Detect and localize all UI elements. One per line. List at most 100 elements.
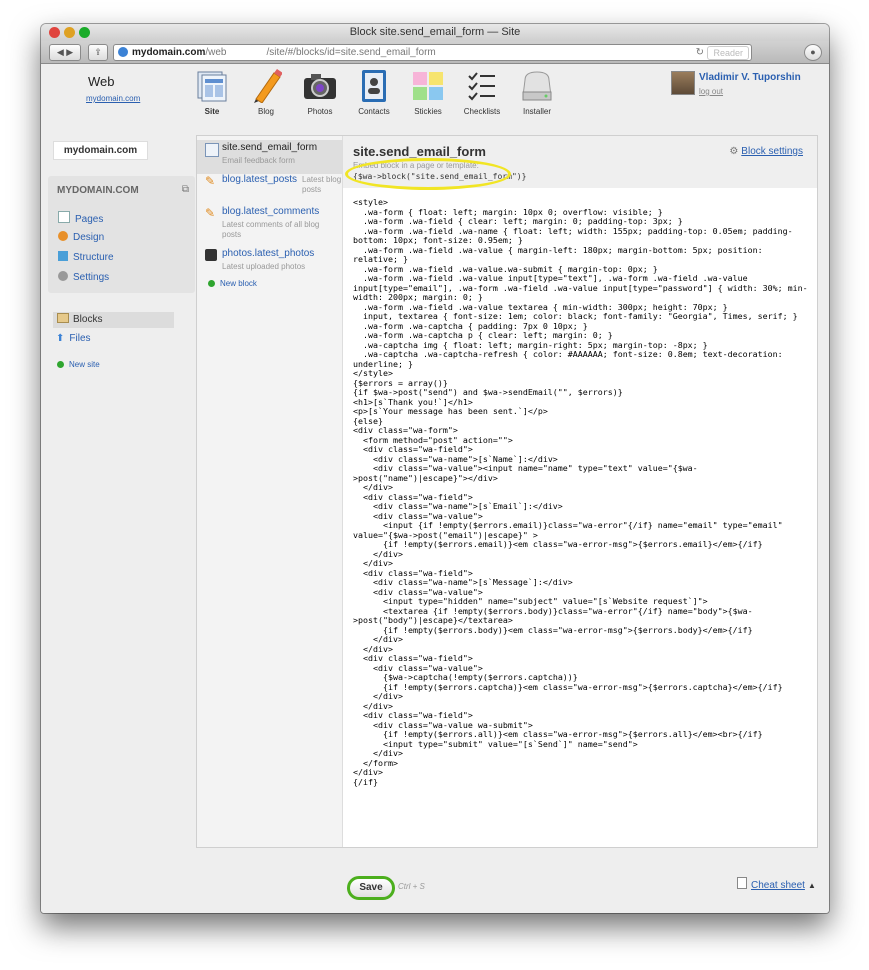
block-desc: Latest uploaded photos	[222, 262, 306, 271]
blocks-panel: site.send_email_form Email feedback form…	[196, 135, 818, 848]
gear-icon: ⚙	[729, 146, 739, 157]
block-name: site.send_email_form	[222, 142, 318, 153]
add-icon	[57, 361, 64, 368]
forward-icon[interactable]: ▶	[66, 47, 73, 57]
block-desc: Email feedback form	[222, 156, 295, 165]
maximize-window-icon[interactable]	[79, 27, 90, 38]
block-desc: Latest blog posts	[302, 175, 342, 194]
sidebar-item-pages[interactable]: Pages	[58, 211, 103, 225]
blocks-list: site.send_email_form Email feedback form…	[197, 136, 343, 847]
sidebar-domain-section: MYDOMAIN.COM ⧉ Pages Design Structure Se…	[48, 176, 195, 293]
window-title: Block site.send_email_form — Site	[349, 26, 521, 38]
editor-header: site.send_email_form Embed block in a pa…	[343, 136, 817, 190]
logout-link[interactable]: log out	[699, 87, 723, 96]
user-name[interactable]: Vladimir V. Tuporshin	[699, 72, 801, 83]
app-photos[interactable]: Photos	[292, 69, 348, 116]
back-icon[interactable]: ◀	[57, 47, 64, 57]
document-icon	[737, 877, 747, 889]
app-label: Site	[204, 107, 220, 116]
sidebar-item-structure[interactable]: Structure	[58, 251, 114, 263]
app-checklists[interactable]: Checklists	[454, 69, 510, 116]
app-contacts[interactable]: Contacts	[346, 69, 402, 116]
palette-icon	[58, 231, 68, 241]
files-label: Files	[69, 333, 91, 344]
app-installer[interactable]: Installer	[509, 69, 565, 116]
app-blog[interactable]: Blog	[238, 69, 294, 116]
sidebar-item-label: Pages	[75, 214, 104, 225]
camera-icon	[205, 249, 217, 261]
block-title: site.send_email_form	[353, 144, 486, 159]
reader-button[interactable]: Reader	[707, 46, 749, 60]
page-icon	[58, 211, 70, 223]
block-desc: Latest comments of all blog posts	[222, 220, 320, 239]
sidebar-item-blocks[interactable]: Blocks	[53, 312, 174, 328]
save-button[interactable]: Save	[347, 876, 395, 900]
domain-selector[interactable]: mydomain.com	[53, 141, 148, 160]
block-name: photos.latest_photos	[222, 248, 315, 259]
list-item-block[interactable]: site.send_email_form Email feedback form	[197, 140, 342, 174]
list-item-block[interactable]: ✎ blog.latest_comments Latest comments o…	[197, 204, 342, 244]
downloads-icon: ●	[810, 47, 816, 57]
address-bar[interactable]: mydomain.com/web/site/#/blocks/id=site.s…	[113, 44, 752, 61]
block-name: blog.latest_comments	[222, 206, 320, 217]
sidebar-item-label: Settings	[73, 272, 110, 283]
contacts-icon	[356, 69, 392, 103]
title-bar: Block site.send_email_form — Site	[41, 24, 829, 41]
sidebar-item-settings[interactable]: Settings	[58, 271, 109, 283]
list-item-block[interactable]: ✎ blog.latest_posts Latest blog posts	[197, 172, 342, 206]
new-block-label: New block	[220, 279, 257, 288]
site-app-icon	[194, 69, 230, 103]
share-button[interactable]: ⇪	[88, 44, 108, 61]
app-site[interactable]: Site	[184, 69, 240, 116]
pencil-icon: ✎	[205, 206, 216, 220]
avatar[interactable]	[671, 71, 695, 95]
close-window-icon[interactable]	[49, 27, 60, 38]
blocks-label: Blocks	[73, 314, 103, 325]
block-settings-link[interactable]: ⚙ Block settings	[729, 146, 803, 157]
minimize-window-icon[interactable]	[64, 27, 75, 38]
block-name: blog.latest_posts	[222, 174, 298, 185]
sidebar-item-design[interactable]: Design	[58, 231, 104, 243]
code-editor[interactable]: <style> .wa-form { float: left; margin: …	[353, 197, 808, 787]
browser-window: Block site.send_email_form — Site ◀ ▶ ⇪ …	[41, 24, 829, 913]
downloads-button[interactable]: ●	[804, 44, 822, 61]
back-forward-buttons[interactable]: ◀ ▶	[49, 44, 81, 61]
installer-icon	[519, 69, 555, 103]
blocks-icon	[57, 313, 69, 323]
app-label: Photos	[307, 107, 333, 116]
sidebar-item-files[interactable]: ⬆ Files	[56, 333, 91, 344]
window-copy-icon[interactable]: ⧉	[182, 184, 189, 195]
sidebar-section-title: MYDOMAIN.COM	[57, 185, 139, 196]
new-block-link[interactable]: New block	[208, 279, 257, 288]
camera-icon	[302, 69, 338, 103]
app-label: Checklists	[463, 107, 501, 116]
browser-toolbar: ◀ ▶ ⇪ mydomain.com/web/site/#/blocks/id=…	[41, 41, 829, 64]
new-site-link[interactable]: New site	[57, 360, 100, 369]
globe-icon	[118, 47, 128, 57]
checklist-icon	[464, 69, 500, 103]
upload-arrow-icon: ⬆	[56, 333, 65, 344]
highlight-ellipse	[345, 158, 511, 190]
app-label: Blog	[257, 107, 274, 116]
app-stickies[interactable]: Stickies	[400, 69, 456, 116]
app-label: Stickies	[414, 107, 442, 116]
app-label: Installer	[522, 107, 551, 116]
list-item-block[interactable]: photos.latest_photos Latest uploaded pho…	[197, 246, 342, 280]
reload-icon[interactable]: ↻	[696, 45, 704, 60]
caret-up-icon: ▲	[807, 881, 816, 890]
new-site-label: New site	[69, 360, 100, 369]
page-content: Web mydomain.com Site Blog Photos Contac…	[41, 64, 829, 913]
block-settings-label: Block settings	[741, 146, 803, 157]
site-link[interactable]: mydomain.com	[86, 94, 140, 103]
sidebar-item-label: Structure	[73, 252, 114, 263]
app-label: Contacts	[358, 107, 390, 116]
pencil-icon: ✎	[205, 174, 216, 188]
url-path-a: /web	[205, 47, 227, 58]
pencil-icon	[248, 69, 284, 103]
save-shortcut: Ctrl + S	[398, 882, 425, 891]
site-title: Web	[88, 74, 115, 89]
gear-icon	[58, 271, 68, 281]
block-icon	[205, 143, 219, 157]
cheat-sheet-link[interactable]: Cheat sheet ▲	[737, 877, 816, 891]
cheat-sheet-label: Cheat sheet	[751, 880, 805, 891]
